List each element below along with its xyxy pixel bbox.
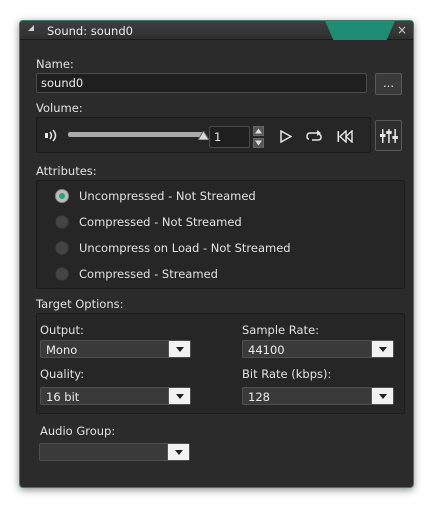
chevron-down-icon[interactable] [168,341,190,357]
volume-value-input[interactable]: 1 [209,126,250,148]
volume-label: Volume: [36,101,83,115]
sample-rate-select[interactable]: 44100 [242,340,394,358]
audio-group-select[interactable] [39,443,190,461]
quality-select[interactable]: 16 bit [40,387,191,405]
chevron-down-icon[interactable] [371,388,393,404]
loop-icon[interactable] [306,130,322,143]
collapse-arrow-icon[interactable] [28,25,34,31]
attribute-option-label: Uncompressed - Not Streamed [79,189,256,203]
chevron-down-icon[interactable] [168,388,190,404]
volume-up-button[interactable] [253,126,264,136]
attribute-option[interactable]: Uncompressed - Not Streamed [55,187,256,205]
chevron-down-icon[interactable] [371,341,393,357]
title-accent-decoration [325,21,395,40]
volume-slider-thumb[interactable] [198,131,209,140]
attribute-option[interactable]: Compressed - Streamed [55,265,218,283]
volume-panel: 1 [36,117,371,153]
radio-icon[interactable] [55,267,69,281]
output-label: Output: [40,323,84,337]
radio-selected-icon[interactable] [55,189,69,203]
mixer-icon [380,129,398,143]
name-label: Name: [36,57,74,71]
quality-value: 16 bit [46,390,80,404]
name-input[interactable]: sound0 [36,73,367,93]
attribute-option[interactable]: Compressed - Not Streamed [55,213,242,231]
attributes-panel: Uncompressed - Not Streamed Compressed -… [36,180,405,289]
output-value: Mono [46,343,78,357]
output-select[interactable]: Mono [40,340,191,358]
bit-rate-label: Bit Rate (kbps): [242,367,332,381]
attribute-option-label: Uncompress on Load - Not Streamed [79,241,291,255]
speaker-icon[interactable] [45,129,59,142]
target-options-label: Target Options: [36,297,124,311]
sound-editor-window: Sound: sound0 × Name: sound0 ... Volume:… [19,20,414,488]
mixer-button[interactable] [375,120,402,151]
radio-icon[interactable] [55,215,69,229]
radio-icon[interactable] [55,241,69,255]
close-icon[interactable]: × [397,23,407,37]
title-bar[interactable]: Sound: sound0 × [20,21,413,40]
browse-button[interactable]: ... [375,73,402,95]
bit-rate-select[interactable]: 128 [242,387,394,405]
bit-rate-value: 128 [248,390,270,404]
target-options-panel: Output: Mono Sample Rate: 44100 Quality:… [36,313,405,414]
play-icon[interactable] [280,130,292,143]
attribute-option-label: Compressed - Not Streamed [79,215,242,229]
quality-label: Quality: [40,367,85,381]
attribute-option[interactable]: Uncompress on Load - Not Streamed [55,239,291,257]
window-title: Sound: sound0 [47,24,133,38]
chevron-down-icon[interactable] [167,444,189,460]
attribute-option-label: Compressed - Streamed [79,267,218,281]
sample-rate-label: Sample Rate: [242,323,320,337]
rewind-icon[interactable] [337,130,354,143]
audio-group-label: Audio Group: [40,424,116,438]
attributes-label: Attributes: [36,164,97,178]
sample-rate-value: 44100 [248,343,285,357]
volume-down-button[interactable] [253,138,264,148]
volume-slider-track[interactable] [68,132,205,137]
